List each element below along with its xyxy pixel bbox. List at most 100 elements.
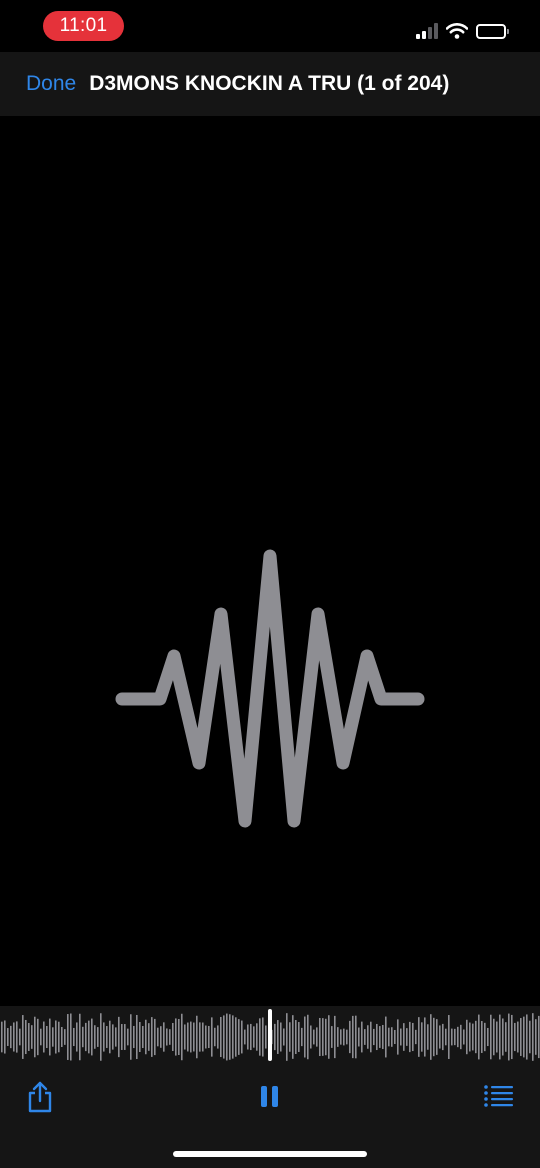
waveform-bar	[4, 1020, 6, 1054]
waveform-bar	[166, 1028, 168, 1046]
media-viewer	[0, 116, 540, 1006]
waveform-bar	[139, 1021, 141, 1053]
waveform-bar	[244, 1029, 246, 1045]
waveform-bar	[322, 1018, 324, 1056]
waveform-bar	[496, 1021, 498, 1053]
waveform-bar	[196, 1015, 198, 1059]
waveform-bar	[112, 1024, 114, 1050]
page-title: D3MONS KNOCKIN A TRU (1 of 204)	[89, 72, 450, 95]
waveform-bar	[463, 1029, 465, 1045]
time-pill[interactable]: 11:01	[43, 11, 124, 41]
waveform-bar	[328, 1015, 330, 1059]
waveform-bar	[193, 1022, 195, 1052]
waveform-bar	[211, 1017, 213, 1057]
waveform-bar	[481, 1021, 483, 1053]
waveform-scrubber[interactable]	[0, 1006, 540, 1066]
waveform-bar	[331, 1026, 333, 1048]
waveform-bar	[274, 1023, 276, 1051]
waveform-bar	[46, 1026, 48, 1048]
waveform-bar	[457, 1026, 459, 1048]
waveform-bar	[145, 1019, 147, 1055]
waveform-bar	[364, 1029, 366, 1045]
waveform-bar	[172, 1022, 174, 1052]
pause-icon[interactable]	[259, 1084, 281, 1110]
waveform-bar	[115, 1027, 117, 1047]
waveform-bar	[136, 1014, 138, 1060]
waveform-bar	[469, 1022, 471, 1052]
done-button[interactable]: Done	[26, 72, 76, 96]
waveform-bar	[280, 1022, 282, 1052]
waveform-bar	[106, 1026, 108, 1048]
waveform-bar	[103, 1022, 105, 1052]
waveform-bar	[226, 1013, 228, 1061]
waveform-bar	[199, 1022, 201, 1052]
waveform-bar	[358, 1027, 360, 1047]
waveform-bar	[133, 1025, 135, 1049]
clock-time: 11:01	[59, 15, 108, 36]
waveform-bar	[499, 1014, 501, 1060]
waveform-bar	[265, 1025, 267, 1049]
waveform-bar	[292, 1015, 294, 1059]
waveform-bar	[337, 1027, 339, 1047]
waveform-bar	[505, 1022, 507, 1052]
waveform-bar	[148, 1023, 150, 1051]
waveform-bar	[520, 1018, 522, 1056]
nav-header: Done D3MONS KNOCKIN A TRU (1 of 204)	[0, 52, 540, 116]
waveform-bar	[370, 1021, 372, 1053]
waveform-bar	[412, 1022, 414, 1052]
waveform-bar	[316, 1027, 318, 1047]
waveform-bar	[460, 1024, 462, 1050]
list-icon[interactable]	[484, 1085, 514, 1109]
share-icon[interactable]	[26, 1081, 54, 1113]
waveform-bar	[7, 1028, 9, 1046]
battery-icon	[476, 23, 509, 39]
waveform-bar	[19, 1028, 21, 1046]
waveform-bar	[127, 1028, 129, 1046]
waveform-bar	[307, 1014, 309, 1060]
waveform-bar	[289, 1022, 291, 1052]
waveform-bar	[151, 1017, 153, 1057]
waveform-bar	[325, 1018, 327, 1056]
waveform-bar	[442, 1023, 444, 1051]
waveform-bar	[397, 1019, 399, 1055]
waveform-bar	[361, 1021, 363, 1053]
waveform-bar	[34, 1016, 36, 1058]
waveform-bar	[49, 1018, 51, 1056]
waveform-bar	[304, 1016, 306, 1058]
waveform-bar	[514, 1022, 516, 1052]
waveform-bar	[256, 1023, 258, 1051]
waveform-bar	[490, 1014, 492, 1060]
waveform-bar	[130, 1014, 132, 1060]
waveform-bar	[181, 1013, 183, 1061]
waveform-bar	[283, 1028, 285, 1046]
waveform-bar	[73, 1027, 75, 1047]
waveform-bar	[217, 1025, 219, 1049]
waveform-bar	[31, 1025, 33, 1049]
waveform-bar	[376, 1023, 378, 1051]
waveform-bar	[259, 1018, 261, 1056]
waveform-bar	[436, 1019, 438, 1055]
waveform-bar	[445, 1028, 447, 1046]
waveform-bar	[466, 1019, 468, 1055]
waveform-bar	[124, 1024, 126, 1050]
waveform-bar	[97, 1027, 99, 1047]
waveform-bar	[67, 1014, 69, 1060]
playhead[interactable]	[268, 1009, 272, 1061]
waveform-bar	[61, 1027, 63, 1047]
waveform-bar	[523, 1016, 525, 1058]
waveform-bar	[301, 1027, 303, 1047]
waveform-bar	[349, 1020, 351, 1054]
waveform-bar	[28, 1023, 30, 1051]
waveform-bar	[55, 1020, 57, 1054]
waveform-bar	[250, 1023, 252, 1051]
waveform-bar	[43, 1021, 45, 1053]
waveform-bar	[406, 1028, 408, 1046]
waveform-bar	[400, 1028, 402, 1046]
home-indicator	[173, 1151, 367, 1157]
waveform-bar	[121, 1024, 123, 1050]
waveform-bar	[82, 1026, 84, 1048]
waveform-bar	[388, 1027, 390, 1047]
waveform-bar	[1, 1021, 3, 1053]
waveform-bar	[76, 1022, 78, 1052]
waveform-bar	[367, 1025, 369, 1049]
